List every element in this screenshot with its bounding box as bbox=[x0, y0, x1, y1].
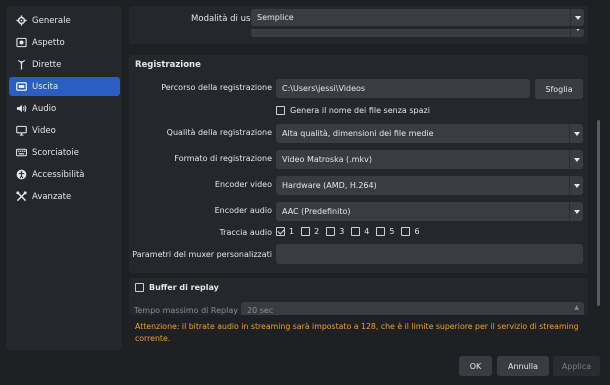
chevron-down-icon bbox=[569, 202, 583, 221]
replay-max-time-value: 20 sec bbox=[247, 306, 274, 315]
cancel-button[interactable]: Annulla bbox=[497, 356, 549, 376]
scrollbar-thumb[interactable] bbox=[597, 120, 600, 306]
muxer-input[interactable] bbox=[276, 244, 583, 264]
sidebar-item-label: Generale bbox=[32, 15, 71, 26]
track-number: 2 bbox=[314, 227, 320, 236]
output-mode-bar: Modalità di uscita Semplice bbox=[129, 6, 588, 44]
accessibility-icon bbox=[16, 169, 27, 180]
chevron-down-icon bbox=[569, 150, 583, 169]
gear-icon bbox=[16, 15, 27, 26]
sidebar-item-label: Accessibilità bbox=[32, 169, 85, 180]
track-number: 4 bbox=[364, 227, 370, 236]
audio-track-2[interactable]: 2 bbox=[301, 227, 319, 236]
sidebar-item-label: Dirette bbox=[32, 59, 62, 70]
replay-buffer-panel: Buffer di replay Tempo massimo di Replay… bbox=[129, 278, 588, 315]
keyboard-icon bbox=[16, 147, 27, 158]
audio-encoder-label: Encoder audio bbox=[214, 206, 272, 215]
gen-name-checkbox-row[interactable]: Genera il nome dei file senza spazi bbox=[276, 106, 430, 115]
track-checkbox[interactable] bbox=[401, 227, 411, 236]
muxer-label: Parametri del muxer personalizzati bbox=[132, 250, 272, 259]
track-number: 6 bbox=[414, 227, 420, 236]
audio-encoder-value: AAC (Predefinito) bbox=[282, 207, 351, 216]
hidden-combo[interactable] bbox=[251, 29, 584, 37]
warning-message: Attenzione: il bitrate audio in streamin… bbox=[135, 322, 579, 343]
sidebar-item-label: Audio bbox=[32, 103, 57, 114]
tools-icon bbox=[16, 191, 27, 202]
sidebar-item-generale[interactable]: Generale bbox=[9, 11, 120, 30]
track-checkbox[interactable] bbox=[376, 227, 386, 236]
antenna-icon bbox=[16, 59, 27, 70]
sidebar-item-scorciatoie[interactable]: Scorciatoie bbox=[9, 143, 120, 162]
gen-name-label: Genera il nome dei file senza spazi bbox=[290, 106, 430, 115]
sidebar-item-label: Avanzate bbox=[32, 191, 72, 202]
sidebar-item-audio[interactable]: Audio bbox=[9, 99, 120, 118]
video-encoder-select[interactable]: Hardware (AMD, H.264) bbox=[276, 176, 583, 195]
sidebar-item-label: Uscita bbox=[32, 81, 59, 92]
quality-select[interactable]: Alta qualità, dimensioni dei file medie bbox=[276, 124, 583, 143]
track-checkbox[interactable] bbox=[301, 227, 311, 236]
sidebar-item-aspetto[interactable]: Aspetto bbox=[9, 33, 120, 52]
browse-button[interactable]: Sfoglia bbox=[535, 79, 583, 99]
output-mode-value: Semplice bbox=[257, 13, 294, 22]
settings-sidebar: Generale Aspetto Dirette Uscita Audio Vi… bbox=[6, 6, 122, 350]
sidebar-item-label: Video bbox=[32, 125, 56, 136]
sidebar-item-avanzate[interactable]: Avanzate bbox=[9, 187, 120, 206]
recording-panel: Registrazione Percorso della registrazio… bbox=[129, 55, 588, 273]
audio-track-4[interactable]: 4 bbox=[351, 227, 369, 236]
ok-button[interactable]: OK bbox=[459, 356, 492, 376]
track-checkbox[interactable] bbox=[276, 227, 285, 236]
path-label: Percorso della registrazione bbox=[161, 83, 272, 92]
quality-label: Qualità della registrazione bbox=[166, 128, 272, 137]
monitor-icon bbox=[16, 125, 27, 136]
replay-buffer-toggle[interactable]: Buffer di replay bbox=[135, 283, 219, 292]
chevron-down-icon bbox=[569, 124, 583, 143]
audio-track-6[interactable]: 6 bbox=[401, 227, 420, 236]
chevron-down-icon bbox=[569, 176, 583, 195]
audio-encoder-select[interactable]: AAC (Predefinito) bbox=[276, 202, 583, 221]
replay-buffer-title: Buffer di replay bbox=[149, 283, 219, 292]
sidebar-item-accessibilita[interactable]: Accessibilità bbox=[9, 165, 120, 184]
format-label: Formato di registrazione bbox=[174, 154, 272, 163]
replay-max-time-label: Tempo massimo di Replay bbox=[133, 306, 238, 315]
sidebar-item-label: Scorciatoie bbox=[32, 147, 79, 158]
clipped-row-above bbox=[129, 29, 588, 37]
quality-value: Alta qualità, dimensioni dei file medie bbox=[282, 129, 434, 138]
replay-max-time-input[interactable]: 20 sec ▲ bbox=[241, 302, 584, 315]
gen-name-checkbox[interactable] bbox=[276, 106, 285, 115]
sidebar-item-dirette[interactable]: Dirette bbox=[9, 55, 120, 74]
audio-track-5[interactable]: 5 bbox=[376, 227, 394, 236]
sidebar-item-uscita[interactable]: Uscita bbox=[9, 77, 120, 96]
format-value: Video Matroska (.mkv) bbox=[282, 155, 372, 164]
video-encoder-label: Encoder video bbox=[214, 180, 272, 189]
chevron-down-icon bbox=[570, 9, 584, 26]
chevron-down-icon bbox=[570, 29, 584, 37]
sidebar-item-video[interactable]: Video bbox=[9, 121, 120, 140]
video-encoder-value: Hardware (AMD, H.264) bbox=[282, 181, 377, 190]
path-value: C:\Users\jessi\Videos bbox=[282, 84, 366, 93]
format-select[interactable]: Video Matroska (.mkv) bbox=[276, 150, 583, 169]
output-icon bbox=[16, 81, 27, 92]
track-checkbox[interactable] bbox=[326, 227, 336, 236]
audio-track-1[interactable]: 1 bbox=[276, 227, 294, 236]
sidebar-item-label: Aspetto bbox=[32, 37, 65, 48]
track-number: 3 bbox=[339, 227, 345, 236]
apply-button[interactable]: Applica bbox=[553, 356, 600, 376]
chevron-up-icon[interactable]: ▲ bbox=[574, 304, 579, 311]
path-input[interactable]: C:\Users\jessi\Videos bbox=[276, 79, 530, 98]
recording-section-title: Registrazione bbox=[135, 60, 201, 70]
replay-buffer-checkbox[interactable] bbox=[135, 283, 144, 292]
audio-track-label: Traccia audio bbox=[219, 228, 272, 237]
track-number: 5 bbox=[389, 227, 395, 236]
audio-track-group: 1 2 3 4 5 6 bbox=[276, 227, 427, 236]
speaker-icon bbox=[16, 103, 27, 114]
track-number: 1 bbox=[289, 227, 295, 236]
audio-track-3[interactable]: 3 bbox=[326, 227, 344, 236]
output-mode-select[interactable]: Semplice bbox=[251, 9, 584, 26]
appearance-icon bbox=[16, 37, 27, 48]
track-checkbox[interactable] bbox=[351, 227, 361, 236]
